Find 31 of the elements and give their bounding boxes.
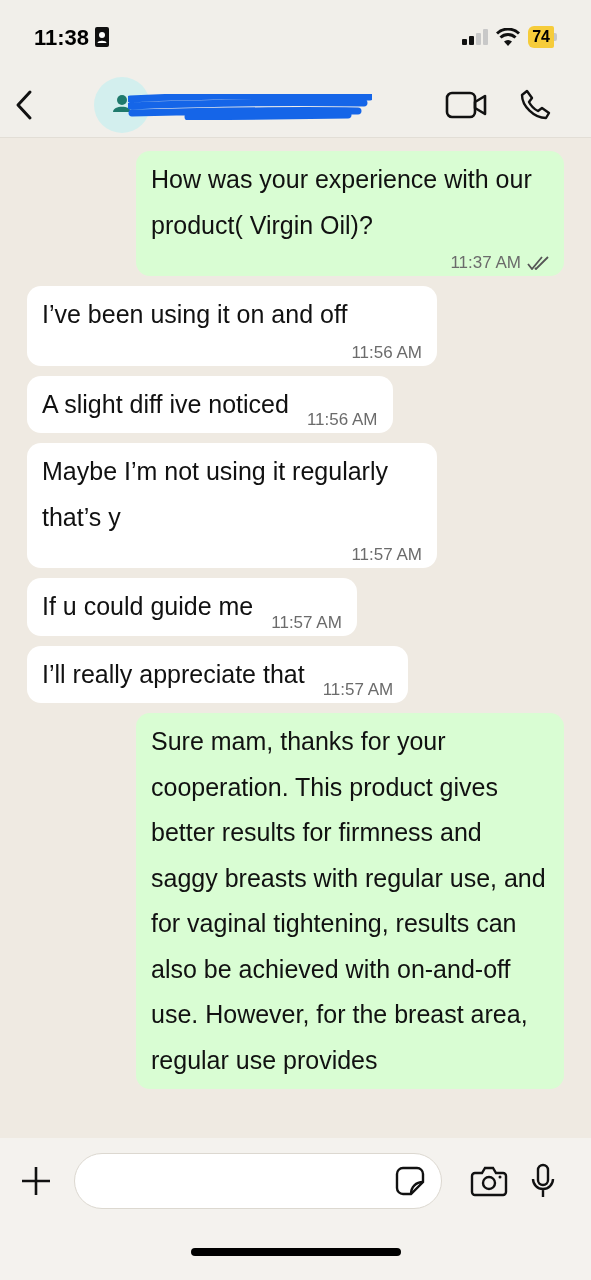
message-text: How was your experience with our product( Virgin Oil)? <box>151 164 533 241</box>
message-text: I’ll really appreciate that <box>42 658 305 690</box>
message-bubble[interactable]: If u could guide me 11:57 AM <box>27 578 357 636</box>
message-time: 11:57 AM <box>271 611 342 634</box>
message-time: 11:57 AM <box>322 679 394 701</box>
battery-indicator: 74 <box>528 26 557 48</box>
camera-icon[interactable] <box>470 1164 508 1197</box>
wifi-icon <box>496 28 521 46</box>
message-text: Sure mam, thanks for your cooperation. This product gives better results for firmness and saggy breasts with regular use, and for vaginal tightening, results can also be achieved with on-and-off use. However, for the breast area, regular use provides <box>151 726 547 1076</box>
message-time: 11:37 AM <box>450 252 521 274</box>
message-text: Maybe I’m not using it regularly that’s y <box>42 456 389 533</box>
message-bubble[interactable]: I’ll really appreciate that 11:57 AM <box>27 645 409 703</box>
microphone-icon[interactable] <box>530 1162 556 1199</box>
message-time: 11:57 AM <box>351 544 422 566</box>
sticker-icon[interactable] <box>395 1165 425 1196</box>
message-time: 11:56 AM <box>351 341 422 364</box>
status-time: 11:38 <box>34 23 90 52</box>
avatar-icon[interactable] <box>94 76 150 133</box>
video-call-icon[interactable] <box>445 90 487 119</box>
contact-card-icon <box>95 27 110 47</box>
message-bubble[interactable]: A slight diff ive noticed 11:56 AM <box>27 375 393 433</box>
phone-icon[interactable] <box>519 88 551 121</box>
message-bubble[interactable]: I’ve been using it on and off 11:56 AM <box>27 286 437 366</box>
message-bubble[interactable]: Maybe I’m not using it regularly that’s y 11:57 AM <box>27 443 437 568</box>
message-time: 11:56 AM <box>306 409 378 431</box>
message-text: A slight diff ive noticed <box>42 388 289 420</box>
message-text: If u could guide me <box>42 591 254 622</box>
message-text: I’ve been using it on and off <box>42 299 348 330</box>
signal-icon <box>462 29 489 45</box>
message-bubble[interactable]: How was your experience with our product( Virgin Oil)? 11:37 AM <box>136 151 564 276</box>
add-icon[interactable] <box>20 1164 52 1197</box>
